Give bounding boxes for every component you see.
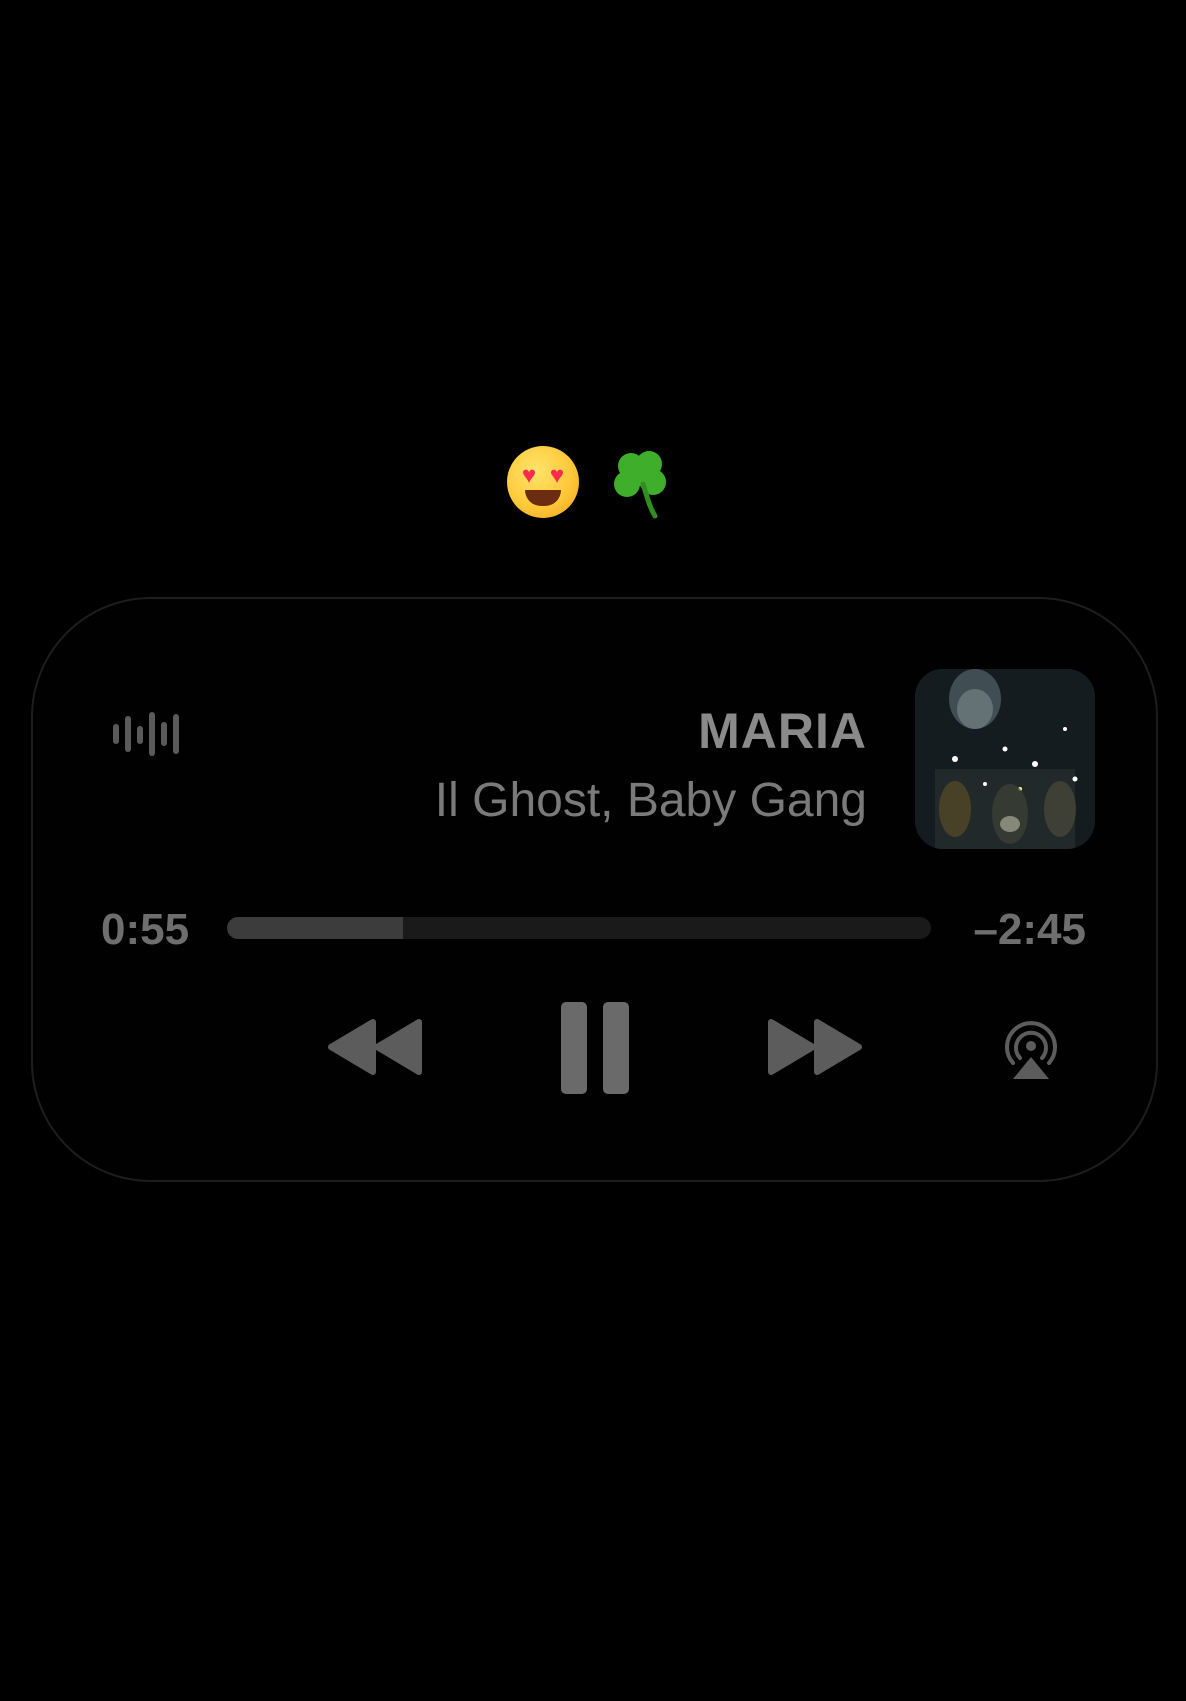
remaining-time: –2:45: [973, 905, 1086, 954]
airplay-icon[interactable]: [999, 1019, 1063, 1083]
backward-icon[interactable]: [325, 1016, 425, 1078]
album-artwork[interactable]: [915, 669, 1095, 849]
track-title: MARIA: [698, 703, 867, 759]
now-playing-widget: MARIA Il Ghost, Baby Gang 0:55 –2:45: [31, 597, 1158, 1182]
forward-icon[interactable]: [765, 1016, 865, 1078]
pause-icon[interactable]: [559, 1000, 631, 1096]
progress-fill: [227, 917, 403, 939]
waveform-icon: [113, 712, 179, 756]
emoji-caption: ♥ ♥: [0, 432, 1186, 522]
shamrock-emoji-icon: [614, 450, 666, 519]
elapsed-time: 0:55: [101, 905, 190, 954]
track-artist: Il Ghost, Baby Gang: [434, 774, 867, 827]
heart-eyes-emoji-icon: ♥ ♥: [506, 445, 579, 518]
screen: ♥ ♥ MARIA Il Ghost, Baby Gang 0:55 –2:45: [0, 0, 1186, 1701]
album-artwork-image: [915, 669, 1095, 849]
progress-bar[interactable]: [227, 917, 931, 939]
